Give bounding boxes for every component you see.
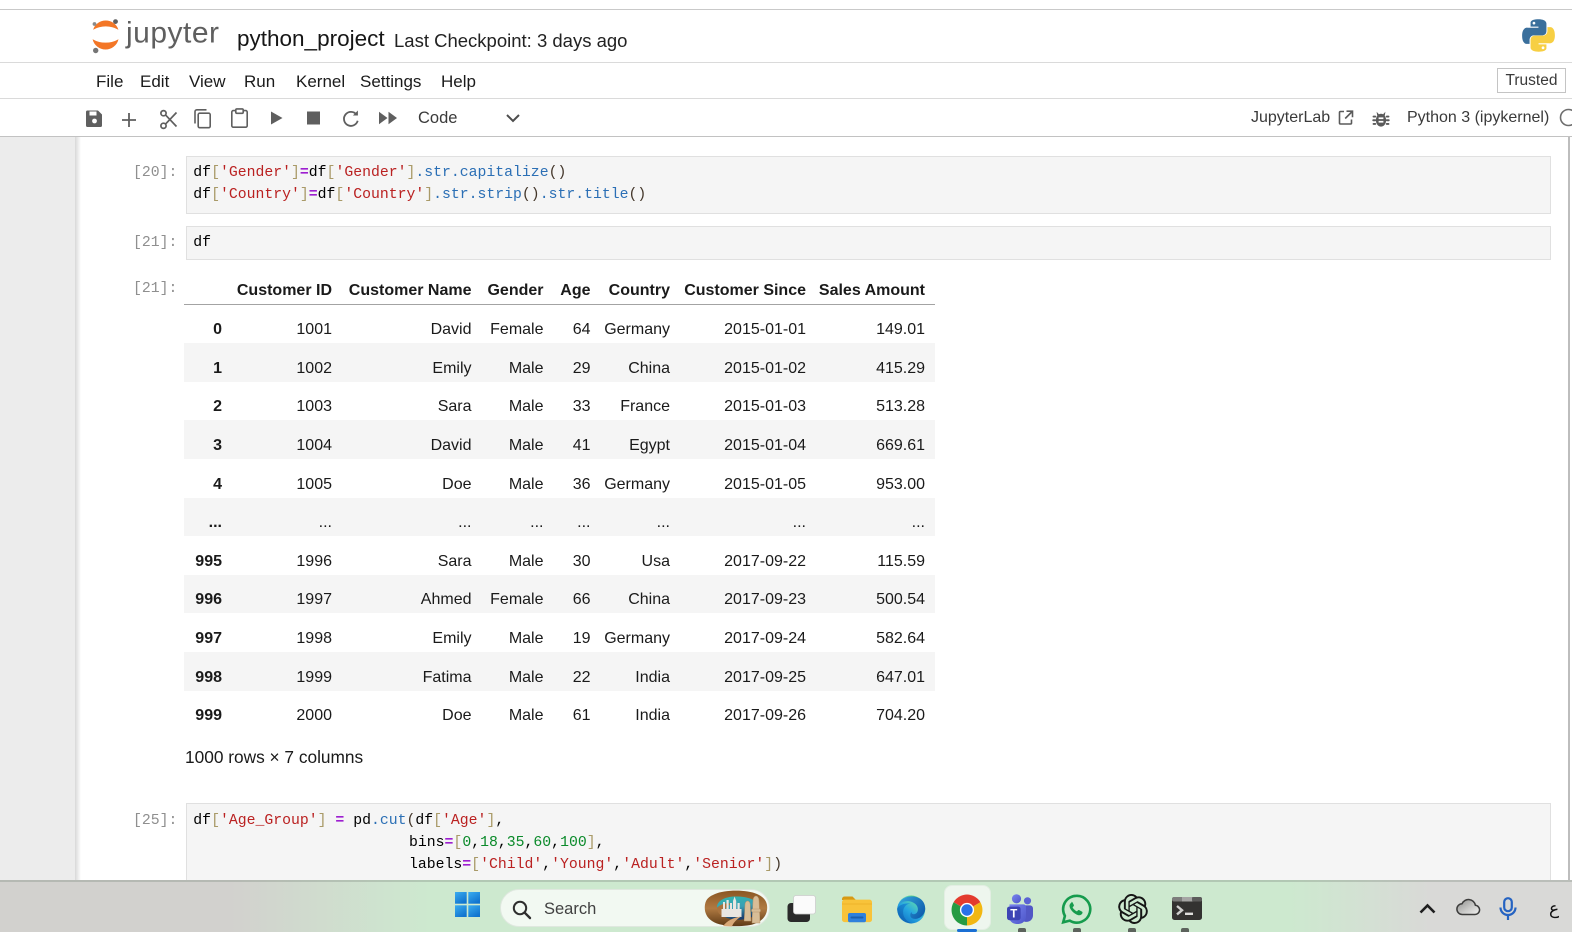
svg-text:jupyter: jupyter (125, 17, 220, 50)
svg-text:T: T (1010, 908, 1017, 920)
